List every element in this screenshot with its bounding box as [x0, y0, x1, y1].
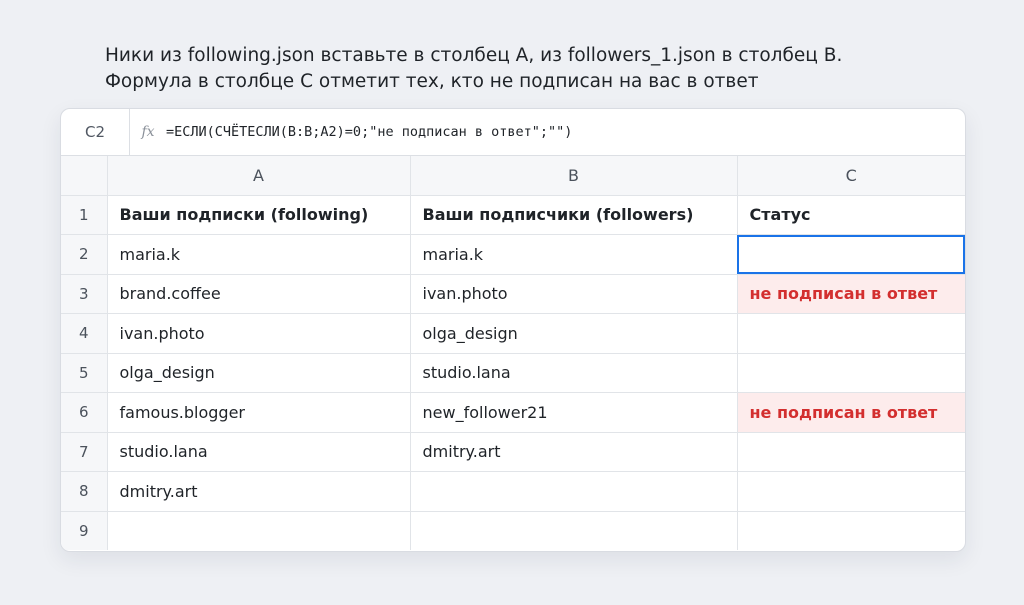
- column-header-c[interactable]: C: [737, 156, 965, 196]
- cell-c3-status[interactable]: не подписан в ответ: [737, 274, 965, 314]
- cell-c8[interactable]: [737, 471, 965, 512]
- cell-c7[interactable]: [737, 432, 965, 472]
- cell-a5[interactable]: olga_design: [107, 353, 411, 393]
- row-header[interactable]: 6: [61, 392, 108, 433]
- table-row: 5 olga_design studio.lana: [61, 353, 965, 393]
- cell-b9[interactable]: [410, 511, 738, 550]
- cell-c1[interactable]: Статус: [737, 195, 965, 235]
- cell-c2-selected[interactable]: [737, 234, 965, 275]
- cell-b7[interactable]: dmitry.art: [410, 432, 738, 472]
- cell-c6-status[interactable]: не подписан в ответ: [737, 392, 965, 433]
- formula-bar: C2 fx =ЕСЛИ(СЧЁТЕСЛИ(B:B;A2)=0;"не подпи…: [61, 109, 965, 156]
- cell-b4[interactable]: olga_design: [410, 313, 738, 354]
- cell-c5[interactable]: [737, 353, 965, 393]
- row-header[interactable]: 1: [61, 195, 108, 235]
- cell-b1[interactable]: Ваши подписчики (followers): [410, 195, 738, 235]
- row-header[interactable]: 2: [61, 234, 108, 275]
- table-row: 2 maria.k maria.k: [61, 234, 965, 275]
- formula-input[interactable]: =ЕСЛИ(СЧЁТЕСЛИ(B:B;A2)=0;"не подписан в …: [166, 109, 572, 155]
- cell-a8[interactable]: dmitry.art: [107, 471, 411, 512]
- cell-c4[interactable]: [737, 313, 965, 354]
- row-header[interactable]: 3: [61, 274, 108, 314]
- cell-a2[interactable]: maria.k: [107, 234, 411, 275]
- name-box[interactable]: C2: [61, 109, 130, 155]
- cell-a9[interactable]: [107, 511, 411, 550]
- row-header[interactable]: 8: [61, 471, 108, 512]
- row-header[interactable]: 5: [61, 353, 108, 393]
- row-header[interactable]: 4: [61, 313, 108, 354]
- cell-b3[interactable]: ivan.photo: [410, 274, 738, 314]
- table-row: 4 ivan.photo olga_design: [61, 313, 965, 354]
- table-row: 3 brand.coffee ivan.photo не подписан в …: [61, 274, 965, 314]
- table-row: 1 Ваши подписки (following) Ваши подписч…: [61, 195, 965, 235]
- row-header[interactable]: 7: [61, 432, 108, 472]
- column-header-b[interactable]: B: [410, 156, 738, 196]
- corner-cell[interactable]: [61, 156, 108, 196]
- cell-a1[interactable]: Ваши подписки (following): [107, 195, 411, 235]
- table-row: 9: [61, 511, 965, 550]
- table-row: 8 dmitry.art: [61, 471, 965, 512]
- cell-a7[interactable]: studio.lana: [107, 432, 411, 472]
- cell-b8[interactable]: [410, 471, 738, 512]
- spreadsheet: C2 fx =ЕСЛИ(СЧЁТЕСЛИ(B:B;A2)=0;"не подпи…: [60, 108, 966, 552]
- instruction-text: Ники из following.json вставьте в столбе…: [105, 45, 843, 92]
- column-header-a[interactable]: A: [107, 156, 411, 196]
- table-row: 6 famous.blogger new_follower21 не подпи…: [61, 392, 965, 433]
- cell-c9[interactable]: [737, 511, 965, 550]
- cell-a4[interactable]: ivan.photo: [107, 313, 411, 354]
- cell-a6[interactable]: famous.blogger: [107, 392, 411, 433]
- cell-b6[interactable]: new_follower21: [410, 392, 738, 433]
- row-header[interactable]: 9: [61, 511, 108, 550]
- grid: A B C 1 Ваши подписки (following) Ваши п…: [61, 156, 965, 550]
- cell-a3[interactable]: brand.coffee: [107, 274, 411, 314]
- cell-b2[interactable]: maria.k: [410, 234, 738, 275]
- column-header-row: A B C: [61, 156, 965, 196]
- cell-b5[interactable]: studio.lana: [410, 353, 738, 393]
- fx-icon: fx: [141, 124, 155, 140]
- table-row: 7 studio.lana dmitry.art: [61, 432, 965, 472]
